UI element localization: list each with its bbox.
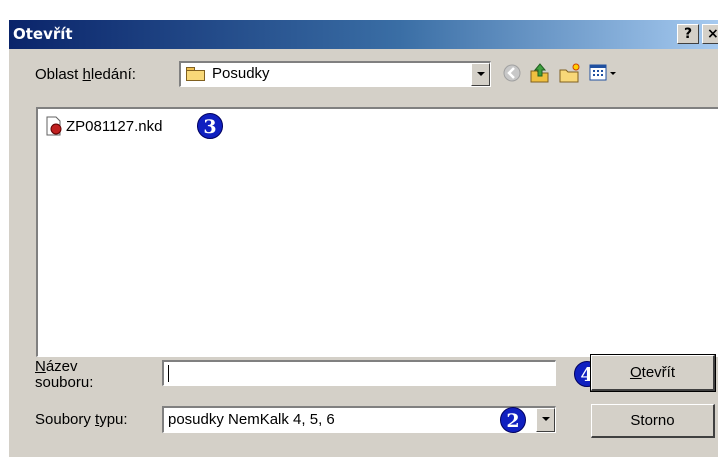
file-type-label: Soubory typu: <box>35 411 128 428</box>
window-title: Otevřít <box>13 25 73 43</box>
file-type-value: posudky NemKalk 4, 5, 6 <box>168 411 335 428</box>
look-in-label: Oblast hledání: <box>35 66 136 83</box>
title-bar[interactable]: Otevřít ? × <box>9 20 718 49</box>
new-folder-icon[interactable] <box>558 61 582 85</box>
help-button[interactable]: ? <box>677 24 699 44</box>
look-in-dropdown-arrow[interactable] <box>471 63 490 86</box>
up-folder-icon[interactable] <box>528 61 552 85</box>
open-button[interactable]: Otevřít <box>590 354 716 392</box>
file-name-input[interactable] <box>162 360 556 386</box>
look-in-value: Posudky <box>212 65 270 82</box>
folder-icon <box>186 67 206 81</box>
cancel-button[interactable]: Storno <box>591 404 715 438</box>
open-file-dialog: Otevřít ? × Oblast hledání: Posudky ZP08… <box>8 19 718 457</box>
file-name: ZP081127.nkd <box>66 117 163 135</box>
callout-badge-2: 2 <box>500 407 526 433</box>
file-type-dropdown-arrow[interactable] <box>536 408 555 432</box>
close-button[interactable]: × <box>702 24 718 44</box>
view-menu-icon[interactable] <box>587 61 621 85</box>
list-item[interactable]: ZP081127.nkd <box>45 114 162 138</box>
file-list[interactable]: ZP081127.nkd 3 <box>36 107 718 357</box>
file-type-combobox[interactable]: posudky NemKalk 4, 5, 6 2 <box>162 406 556 433</box>
look-in-combobox[interactable]: Posudky <box>179 61 491 87</box>
back-icon[interactable] <box>500 61 524 85</box>
file-name-label: Název souboru: <box>35 358 94 391</box>
nkd-file-icon <box>45 116 63 136</box>
callout-badge-3: 3 <box>197 113 223 139</box>
text-caret <box>168 365 169 382</box>
